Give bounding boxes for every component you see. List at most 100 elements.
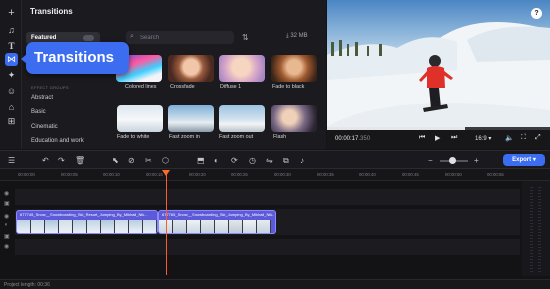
category-basic[interactable]: Basic: [26, 106, 100, 118]
category-abstract[interactable]: Abstract: [26, 92, 100, 104]
project-length: Project length: 00:36: [4, 282, 50, 288]
thumb-fast-zoom-in[interactable]: [168, 105, 214, 132]
filter-icon[interactable]: ⇅: [242, 33, 249, 42]
add-icon[interactable]: +: [5, 6, 18, 19]
thumb-fade-to-white[interactable]: [117, 105, 163, 132]
meter-channel-left: [530, 187, 533, 273]
eye-icon[interactable]: ◉: [4, 190, 9, 197]
flip-icon[interactable]: ⇋: [266, 156, 273, 165]
thumb-fade-to-black[interactable]: [271, 55, 317, 82]
timeline-ruler[interactable]: 00:00:00 00:00:05 00:00:10 00:00:15 00:0…: [0, 169, 550, 181]
filters-icon[interactable]: ✦: [5, 69, 18, 82]
select-icon[interactable]: ⬉: [112, 156, 119, 165]
ruler-tick: 00:00:50: [445, 172, 462, 177]
volume-icon[interactable]: 🔈: [505, 134, 514, 142]
featured-toggle[interactable]: [83, 35, 94, 41]
playhead-handle[interactable]: [162, 170, 170, 176]
ruler-tick: 00:00:25: [231, 172, 248, 177]
thumb-fast-zoom-out[interactable]: [219, 105, 265, 132]
left-rail: + ♫ T ⋈ ✦ ☺ ⌂ ⊞: [0, 0, 22, 149]
elements-icon[interactable]: ⌂: [5, 100, 18, 113]
search-box[interactable]: ⌕: [126, 31, 234, 44]
help-icon[interactable]: ?: [531, 8, 542, 19]
transitions-tooltip: Transitions: [21, 42, 129, 74]
layers-icon[interactable]: ⧉: [283, 156, 289, 166]
track-lane[interactable]: [15, 189, 520, 205]
ruler-tick: 00:00:45: [402, 172, 419, 177]
meter-channel-right: [538, 187, 541, 273]
undo-icon[interactable]: ↶: [42, 156, 49, 165]
mute-icon[interactable]: ◖: [4, 222, 8, 228]
track-lane[interactable]: [15, 239, 520, 255]
aspect-ratio-select[interactable]: 16:9 ▾: [475, 135, 491, 142]
section-header: EFFECT GROUPS: [31, 85, 69, 90]
thumb-label: Fade to black: [272, 84, 305, 90]
search-input[interactable]: [140, 33, 230, 42]
thumb-label: Colored lines: [125, 84, 157, 90]
thumb-crossfade[interactable]: [168, 55, 214, 82]
adjust-icon[interactable]: ◐: [214, 156, 219, 165]
ruler-tick: 00:00:30: [274, 172, 291, 177]
prev-frame-icon[interactable]: ⏮: [419, 134, 425, 142]
ruler-tick: 00:00:35: [317, 172, 334, 177]
expand-icon[interactable]: ⤢: [535, 134, 541, 142]
preview-frame: [327, 0, 550, 127]
clip-name: 677745_Snow__Snowboarding_Ski_Resort_Jum…: [20, 212, 148, 217]
timecode-frac: .350: [358, 136, 371, 142]
timeline-clip[interactable]: 677765_Snow__Snowboarding_Ski_Jumping_By…: [158, 210, 276, 234]
export-button[interactable]: Export ▾: [503, 154, 545, 166]
playhead[interactable]: [166, 173, 167, 275]
ruler-tick: 00:00:10: [103, 172, 120, 177]
next-frame-icon[interactable]: ⏭: [451, 134, 457, 142]
thumb-flash[interactable]: [271, 105, 317, 132]
video-preview[interactable]: ?: [327, 0, 550, 127]
play-icon[interactable]: ▶: [435, 134, 440, 142]
thumb-label: Fade to white: [117, 134, 150, 140]
more-icon[interactable]: ⊞: [5, 115, 18, 128]
zoom-out-icon[interactable]: −: [428, 156, 433, 165]
zoom-in-icon[interactable]: +: [474, 156, 479, 165]
transitions-icon[interactable]: ⋈: [5, 53, 18, 66]
thumb-label: Crossfade: [170, 84, 195, 90]
category-education-and-work[interactable]: Education and work: [26, 135, 100, 147]
text-icon[interactable]: T: [5, 39, 18, 52]
timeline-clip[interactable]: 677745_Snow__Snowboarding_Ski_Resort_Jum…: [16, 210, 158, 234]
search-icon: ⌕: [130, 33, 134, 40]
link-icon[interactable]: ⊘: [128, 156, 135, 165]
thumb-diffuse-1[interactable]: [219, 55, 265, 82]
eye-icon[interactable]: ◉: [4, 213, 9, 220]
marker-icon[interactable]: ⬡: [162, 156, 169, 165]
thumb-label: Diffuse 1: [220, 84, 242, 90]
redo-icon[interactable]: ↷: [58, 156, 65, 165]
aspect-label: 16:9: [475, 136, 487, 142]
ruler-tick: 00:00:20: [189, 172, 206, 177]
zoom-slider-knob[interactable]: [449, 157, 456, 164]
rotate-icon[interactable]: ⟳: [231, 156, 238, 165]
ruler-tick: 00:00:40: [359, 172, 376, 177]
lock-icon[interactable]: ▣: [4, 200, 10, 207]
stickers-icon[interactable]: ☺: [5, 84, 18, 97]
zoom-slider[interactable]: [440, 157, 468, 164]
delete-icon[interactable]: 🗑: [75, 156, 85, 165]
eye-icon[interactable]: ◉: [4, 243, 9, 250]
player-controls: 00:00:17.350 ⏮ ▶ ⏭ 16:9 ▾ 🔈 ⛶ ⤢: [327, 127, 550, 149]
storage-label: 32 MB: [290, 33, 308, 39]
category-label: Featured: [31, 35, 57, 41]
crop-icon[interactable]: ⬒: [197, 156, 205, 165]
clip-name: 677765_Snow__Snowboarding_Ski_Jumping_By…: [162, 212, 274, 217]
ruler-tick: 00:00:00: [18, 172, 35, 177]
music-icon[interactable]: ♫: [5, 23, 18, 36]
speed-icon[interactable]: ◷: [249, 156, 256, 165]
timecode-main: 00:00:17: [335, 136, 359, 142]
category-cinematic[interactable]: Cinematic: [26, 121, 100, 133]
lock-icon[interactable]: ▣: [4, 233, 10, 240]
audio-icon[interactable]: ♪: [300, 156, 304, 165]
playback-progress[interactable]: [327, 127, 550, 130]
thumb-label: Fast zoom out: [219, 134, 254, 140]
split-icon[interactable]: ✂: [145, 156, 152, 165]
settings-icon[interactable]: ☰: [8, 156, 15, 165]
ruler-tick: 00:00:55: [487, 172, 504, 177]
ruler-tick: 00:00:05: [61, 172, 78, 177]
fullscreen-icon[interactable]: ⛶: [521, 134, 526, 142]
clip-filmstrip: [159, 220, 271, 233]
